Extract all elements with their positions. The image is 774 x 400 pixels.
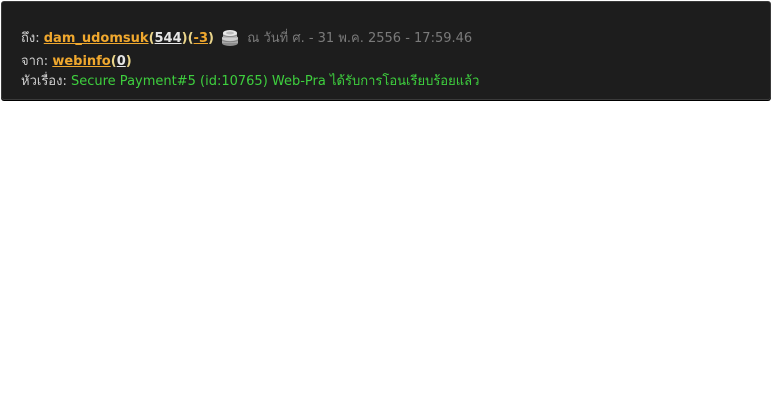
subject-row: หัวเรื่อง: Secure Payment#5 (id:10765) W…	[21, 73, 479, 91]
sender-row: จาก: webinfo(0)	[21, 53, 132, 71]
recipient-score-link[interactable]: 544	[155, 31, 182, 46]
to-label: ถึง:	[21, 31, 40, 46]
recipient-username-link[interactable]: dam_udomsuk	[44, 31, 149, 46]
silver-coin-stack-icon	[220, 27, 240, 47]
message-header-panel: ถึง: dam_udomsuk(544)(-3) ณ วันที่ ศ. - …	[1, 1, 771, 100]
message-date: ณ วันที่ ศ. - 31 พ.ค. 2556 - 17:59.46	[247, 31, 473, 46]
recipient-paren-mid: )(	[181, 31, 194, 46]
subject-text: Secure Payment#5 (id:10765) Web-Pra ได้ร…	[70, 74, 480, 89]
sender-username-link[interactable]: webinfo	[52, 54, 110, 69]
subject-label: หัวเรื่อง:	[21, 74, 67, 89]
sender-paren-close: )	[125, 54, 132, 69]
recipient-negative-score-link[interactable]: -3	[194, 31, 208, 46]
from-label: จาก:	[21, 54, 49, 69]
recipient-paren-close: )	[208, 31, 214, 46]
sender-score-link[interactable]: 0	[117, 54, 126, 69]
recipient-row: ถึง: dam_udomsuk(544)(-3) ณ วันที่ ศ. - …	[21, 27, 472, 48]
